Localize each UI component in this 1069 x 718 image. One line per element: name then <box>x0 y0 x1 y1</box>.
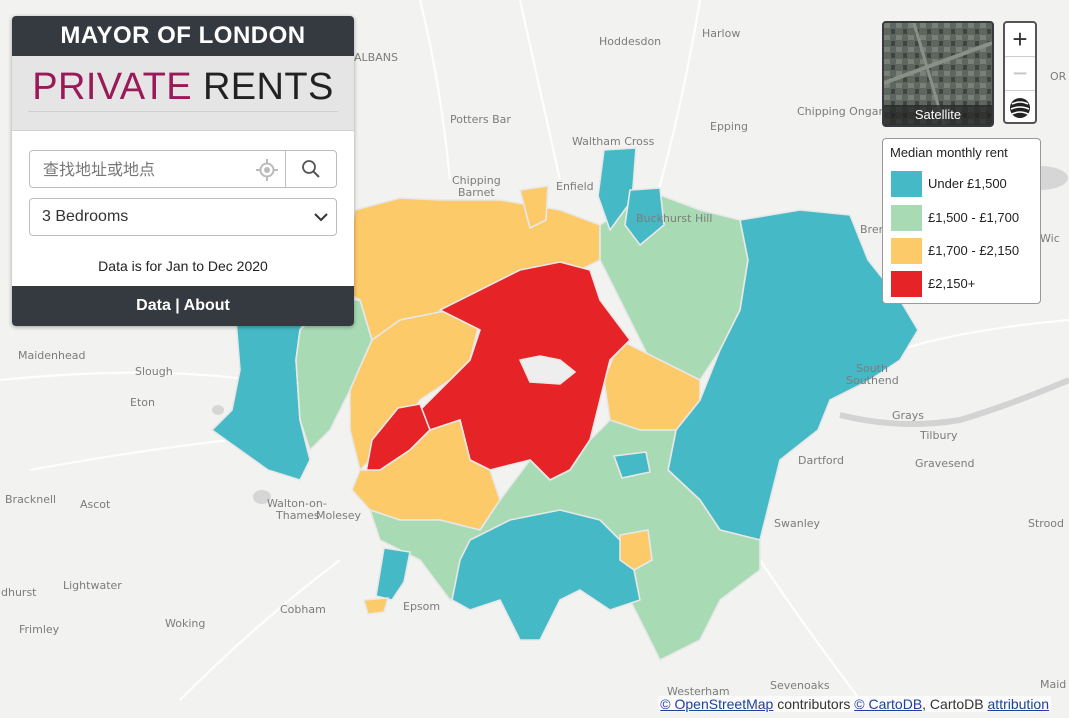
svg-text:Eton: Eton <box>130 396 155 409</box>
bedrooms-selected-value: 3 Bedrooms <box>42 208 129 225</box>
svg-text:dhurst: dhurst <box>1 586 37 599</box>
link-separator: | <box>175 297 180 314</box>
svg-text:Gravesend: Gravesend <box>915 457 975 470</box>
svg-text:Chipping Ongar: Chipping Ongar <box>797 105 884 118</box>
svg-text:Buckhurst Hill: Buckhurst Hill <box>636 212 712 225</box>
osm-link[interactable]: © OpenStreetMap <box>660 696 773 712</box>
area-southwest-orange <box>363 597 389 615</box>
svg-text:Frimley: Frimley <box>19 623 60 636</box>
about-link[interactable]: About <box>184 297 230 314</box>
svg-text:Grays: Grays <box>892 409 924 422</box>
legend-title: Median monthly rent <box>890 145 1008 160</box>
svg-text:Sevenoaks: Sevenoaks <box>770 679 830 692</box>
svg-text:Southend: Southend <box>846 374 899 387</box>
zoom-in-button[interactable]: + <box>1005 23 1035 57</box>
svg-text:Thames: Thames <box>275 509 320 522</box>
data-period-note: Data is for Jan to Dec 2020 <box>98 258 268 274</box>
globe-icon <box>1010 98 1030 118</box>
chevron-down-icon <box>314 213 328 222</box>
svg-text:Waltham Cross: Waltham Cross <box>572 135 655 148</box>
data-link[interactable]: Data <box>136 297 171 314</box>
svg-text:Bracknell: Bracknell <box>5 493 56 506</box>
map-attribution: © OpenStreetMap contributors © CartoDB, … <box>658 696 1051 712</box>
mayor-of-london-header: MAYOR OF LONDON <box>12 16 354 56</box>
svg-text:Molesey: Molesey <box>316 509 362 522</box>
title-rents: RENTS <box>202 66 334 108</box>
satellite-basemap-button[interactable]: Satellite <box>882 21 994 127</box>
title-band: PRIVATE RENTS <box>12 56 354 131</box>
layer-toggle-button[interactable] <box>1005 91 1035 124</box>
legend-label: Under £1,500 <box>928 176 1007 191</box>
svg-text:Dartford: Dartford <box>798 454 844 467</box>
search-row <box>29 150 337 188</box>
title-private: PRIVATE <box>32 66 192 108</box>
svg-text:Epping: Epping <box>710 120 748 133</box>
svg-text:Swanley: Swanley <box>774 517 821 530</box>
title-divider <box>28 111 338 112</box>
footer-links: Data | About <box>12 286 354 326</box>
legend-swatch <box>891 238 922 264</box>
legend-swatch <box>891 205 922 231</box>
svg-text:OR: OR <box>1050 70 1067 83</box>
svg-text:Barnet: Barnet <box>458 186 495 199</box>
legend-label: £2,150+ <box>928 276 976 291</box>
bedrooms-select[interactable]: 3 Bedrooms <box>29 198 337 236</box>
satellite-label: Satellite <box>884 105 992 125</box>
legend-swatch <box>891 171 922 197</box>
search-button[interactable] <box>285 150 337 188</box>
search-box <box>29 150 287 188</box>
svg-text:Cobham: Cobham <box>280 603 326 616</box>
svg-text:Ascot: Ascot <box>80 498 111 511</box>
svg-text:Potters Bar: Potters Bar <box>450 113 511 126</box>
svg-text:Maid: Maid <box>1040 678 1066 691</box>
svg-text:Maidenhead: Maidenhead <box>18 349 85 362</box>
legend-label: £1,700 - £2,150 <box>928 243 1020 258</box>
cartodb-text: , CartoDB <box>922 696 984 712</box>
attribution-link[interactable]: attribution <box>988 696 1049 712</box>
control-panel: MAYOR OF LONDON PRIVATE RENTS 查找地址或地点 3 … <box>12 16 354 326</box>
svg-text:Harlow: Harlow <box>702 27 740 40</box>
legend-swatch <box>891 271 922 297</box>
legend: Median monthly rent Under £1,500 £1,500 … <box>882 138 1041 304</box>
svg-text:Strood: Strood <box>1028 517 1064 530</box>
area-southwest-teal <box>375 547 411 601</box>
search-icon <box>302 160 320 178</box>
svg-text:Lightwater: Lightwater <box>63 579 122 592</box>
svg-text:Hoddesdon: Hoddesdon <box>599 35 661 48</box>
svg-text:Wic: Wic <box>1040 232 1060 245</box>
svg-text:Slough: Slough <box>135 365 173 378</box>
svg-text:Epsom: Epsom <box>403 600 440 613</box>
svg-text:Enfield: Enfield <box>556 180 594 193</box>
search-input[interactable] <box>30 151 253 187</box>
svg-text:Tilbury: Tilbury <box>919 429 958 442</box>
zoom-out-button[interactable]: − <box>1005 57 1035 91</box>
legend-label: £1,500 - £1,700 <box>928 210 1020 225</box>
carto-link[interactable]: © CartoDB <box>854 696 922 712</box>
zoom-control: + − <box>1003 21 1037 124</box>
locate-icon[interactable] <box>256 159 278 181</box>
svg-text:ALBANS: ALBANS <box>354 51 398 64</box>
svg-text:Woking: Woking <box>165 617 205 630</box>
app-title: PRIVATE RENTS <box>12 65 354 109</box>
contributors-text: contributors <box>777 696 851 712</box>
